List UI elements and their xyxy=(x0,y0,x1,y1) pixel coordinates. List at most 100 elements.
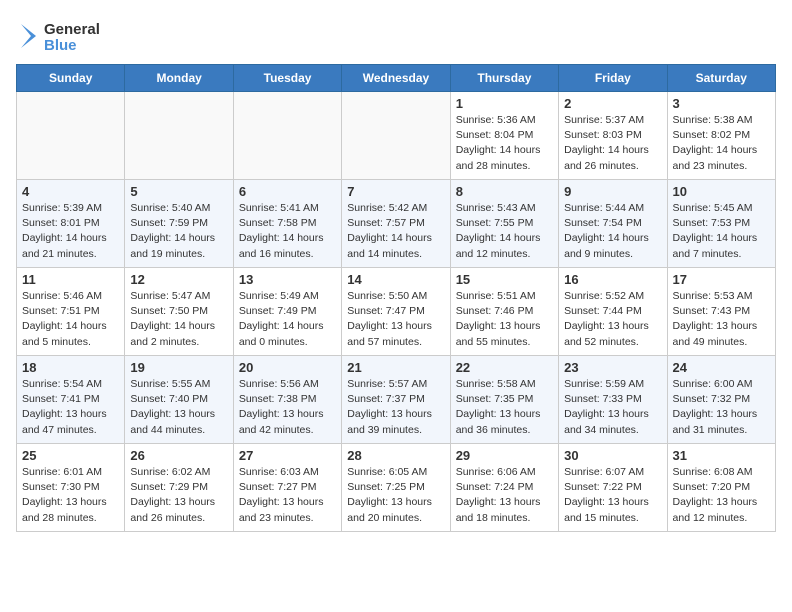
day-info: Sunrise: 5:47 AM Sunset: 7:50 PM Dayligh… xyxy=(130,289,227,350)
calendar-cell: 10 Sunrise: 5:45 AM Sunset: 7:53 PM Dayli… xyxy=(667,180,775,268)
weekday-header-row: SundayMondayTuesdayWednesdayThursdayFrid… xyxy=(17,65,776,92)
day-info: Sunrise: 6:01 AM Sunset: 7:30 PM Dayligh… xyxy=(22,465,119,526)
day-number: 23 xyxy=(564,360,661,375)
day-info: Sunrise: 6:02 AM Sunset: 7:29 PM Dayligh… xyxy=(130,465,227,526)
day-number: 16 xyxy=(564,272,661,287)
day-info: Sunrise: 5:39 AM Sunset: 8:01 PM Dayligh… xyxy=(22,201,119,262)
day-info: Sunrise: 6:07 AM Sunset: 7:22 PM Dayligh… xyxy=(564,465,661,526)
weekday-header-monday: Monday xyxy=(125,65,233,92)
day-number: 1 xyxy=(456,96,553,111)
day-info: Sunrise: 5:41 AM Sunset: 7:58 PM Dayligh… xyxy=(239,201,336,262)
day-info: Sunrise: 5:49 AM Sunset: 7:49 PM Dayligh… xyxy=(239,289,336,350)
day-info: Sunrise: 6:00 AM Sunset: 7:32 PM Dayligh… xyxy=(673,377,770,438)
calendar-cell xyxy=(125,92,233,180)
day-info: Sunrise: 6:08 AM Sunset: 7:20 PM Dayligh… xyxy=(673,465,770,526)
logo-svg: GeneralBlue xyxy=(16,16,116,56)
day-info: Sunrise: 6:06 AM Sunset: 7:24 PM Dayligh… xyxy=(456,465,553,526)
day-number: 27 xyxy=(239,448,336,463)
calendar-cell: 14 Sunrise: 5:50 AM Sunset: 7:47 PM Dayli… xyxy=(342,268,450,356)
day-number: 8 xyxy=(456,184,553,199)
day-number: 10 xyxy=(673,184,770,199)
day-info: Sunrise: 5:36 AM Sunset: 8:04 PM Dayligh… xyxy=(456,113,553,174)
day-info: Sunrise: 5:40 AM Sunset: 7:59 PM Dayligh… xyxy=(130,201,227,262)
week-row-1: 1 Sunrise: 5:36 AM Sunset: 8:04 PM Daylig… xyxy=(17,92,776,180)
calendar-cell: 16 Sunrise: 5:52 AM Sunset: 7:44 PM Dayli… xyxy=(559,268,667,356)
calendar-cell: 30 Sunrise: 6:07 AM Sunset: 7:22 PM Dayli… xyxy=(559,444,667,532)
calendar-cell: 7 Sunrise: 5:42 AM Sunset: 7:57 PM Daylig… xyxy=(342,180,450,268)
weekday-header-wednesday: Wednesday xyxy=(342,65,450,92)
day-number: 18 xyxy=(22,360,119,375)
day-number: 15 xyxy=(456,272,553,287)
day-number: 14 xyxy=(347,272,444,287)
weekday-header-saturday: Saturday xyxy=(667,65,775,92)
day-info: Sunrise: 5:42 AM Sunset: 7:57 PM Dayligh… xyxy=(347,201,444,262)
day-info: Sunrise: 5:51 AM Sunset: 7:46 PM Dayligh… xyxy=(456,289,553,350)
header: GeneralBlue xyxy=(16,16,776,56)
day-number: 30 xyxy=(564,448,661,463)
week-row-5: 25 Sunrise: 6:01 AM Sunset: 7:30 PM Dayli… xyxy=(17,444,776,532)
day-info: Sunrise: 5:52 AM Sunset: 7:44 PM Dayligh… xyxy=(564,289,661,350)
calendar-cell: 13 Sunrise: 5:49 AM Sunset: 7:49 PM Dayli… xyxy=(233,268,341,356)
weekday-header-thursday: Thursday xyxy=(450,65,558,92)
day-number: 9 xyxy=(564,184,661,199)
calendar-cell: 5 Sunrise: 5:40 AM Sunset: 7:59 PM Daylig… xyxy=(125,180,233,268)
day-number: 4 xyxy=(22,184,119,199)
calendar-cell: 1 Sunrise: 5:36 AM Sunset: 8:04 PM Daylig… xyxy=(450,92,558,180)
day-info: Sunrise: 5:43 AM Sunset: 7:55 PM Dayligh… xyxy=(456,201,553,262)
day-info: Sunrise: 5:50 AM Sunset: 7:47 PM Dayligh… xyxy=(347,289,444,350)
day-number: 24 xyxy=(673,360,770,375)
day-info: Sunrise: 5:58 AM Sunset: 7:35 PM Dayligh… xyxy=(456,377,553,438)
day-info: Sunrise: 5:38 AM Sunset: 8:02 PM Dayligh… xyxy=(673,113,770,174)
day-number: 21 xyxy=(347,360,444,375)
day-info: Sunrise: 5:44 AM Sunset: 7:54 PM Dayligh… xyxy=(564,201,661,262)
calendar-cell: 21 Sunrise: 5:57 AM Sunset: 7:37 PM Dayli… xyxy=(342,356,450,444)
day-number: 11 xyxy=(22,272,119,287)
calendar-cell: 2 Sunrise: 5:37 AM Sunset: 8:03 PM Daylig… xyxy=(559,92,667,180)
day-info: Sunrise: 5:57 AM Sunset: 7:37 PM Dayligh… xyxy=(347,377,444,438)
calendar-cell xyxy=(17,92,125,180)
day-info: Sunrise: 5:56 AM Sunset: 7:38 PM Dayligh… xyxy=(239,377,336,438)
day-number: 22 xyxy=(456,360,553,375)
day-number: 26 xyxy=(130,448,227,463)
day-number: 2 xyxy=(564,96,661,111)
day-number: 3 xyxy=(673,96,770,111)
calendar-cell: 22 Sunrise: 5:58 AM Sunset: 7:35 PM Dayli… xyxy=(450,356,558,444)
weekday-header-friday: Friday xyxy=(559,65,667,92)
calendar-cell: 23 Sunrise: 5:59 AM Sunset: 7:33 PM Dayli… xyxy=(559,356,667,444)
calendar-cell: 18 Sunrise: 5:54 AM Sunset: 7:41 PM Dayli… xyxy=(17,356,125,444)
calendar-cell xyxy=(233,92,341,180)
calendar-cell: 6Sunrise: 5:41 AM Sunset: 7:58 PM Daylig… xyxy=(233,180,341,268)
calendar-cell: 20 Sunrise: 5:56 AM Sunset: 7:38 PM Dayli… xyxy=(233,356,341,444)
calendar-cell: 31Sunrise: 6:08 AM Sunset: 7:20 PM Dayli… xyxy=(667,444,775,532)
day-number: 28 xyxy=(347,448,444,463)
day-info: Sunrise: 5:37 AM Sunset: 8:03 PM Dayligh… xyxy=(564,113,661,174)
svg-text:General: General xyxy=(44,21,100,38)
calendar-cell: 11 Sunrise: 5:46 AM Sunset: 7:51 PM Dayli… xyxy=(17,268,125,356)
calendar-cell: 8 Sunrise: 5:43 AM Sunset: 7:55 PM Daylig… xyxy=(450,180,558,268)
day-number: 5 xyxy=(130,184,227,199)
day-number: 25 xyxy=(22,448,119,463)
weekday-header-tuesday: Tuesday xyxy=(233,65,341,92)
calendar-table: SundayMondayTuesdayWednesdayThursdayFrid… xyxy=(16,64,776,532)
calendar-cell: 19Sunrise: 5:55 AM Sunset: 7:40 PM Dayli… xyxy=(125,356,233,444)
day-number: 17 xyxy=(673,272,770,287)
weekday-header-sunday: Sunday xyxy=(17,65,125,92)
svg-text:Blue: Blue xyxy=(44,37,77,54)
calendar-cell: 28Sunrise: 6:05 AM Sunset: 7:25 PM Dayli… xyxy=(342,444,450,532)
week-row-3: 11 Sunrise: 5:46 AM Sunset: 7:51 PM Dayli… xyxy=(17,268,776,356)
day-info: Sunrise: 5:46 AM Sunset: 7:51 PM Dayligh… xyxy=(22,289,119,350)
calendar-cell: 26 Sunrise: 6:02 AM Sunset: 7:29 PM Dayli… xyxy=(125,444,233,532)
calendar-cell: 12 Sunrise: 5:47 AM Sunset: 7:50 PM Dayli… xyxy=(125,268,233,356)
calendar-cell: 29Sunrise: 6:06 AM Sunset: 7:24 PM Dayli… xyxy=(450,444,558,532)
week-row-4: 18 Sunrise: 5:54 AM Sunset: 7:41 PM Dayli… xyxy=(17,356,776,444)
day-number: 20 xyxy=(239,360,336,375)
day-info: Sunrise: 5:54 AM Sunset: 7:41 PM Dayligh… xyxy=(22,377,119,438)
day-info: Sunrise: 5:55 AM Sunset: 7:40 PM Dayligh… xyxy=(130,377,227,438)
day-number: 12 xyxy=(130,272,227,287)
calendar-cell: 25 Sunrise: 6:01 AM Sunset: 7:30 PM Dayli… xyxy=(17,444,125,532)
day-info: Sunrise: 5:45 AM Sunset: 7:53 PM Dayligh… xyxy=(673,201,770,262)
day-info: Sunrise: 5:59 AM Sunset: 7:33 PM Dayligh… xyxy=(564,377,661,438)
calendar-cell xyxy=(342,92,450,180)
day-number: 7 xyxy=(347,184,444,199)
day-number: 13 xyxy=(239,272,336,287)
